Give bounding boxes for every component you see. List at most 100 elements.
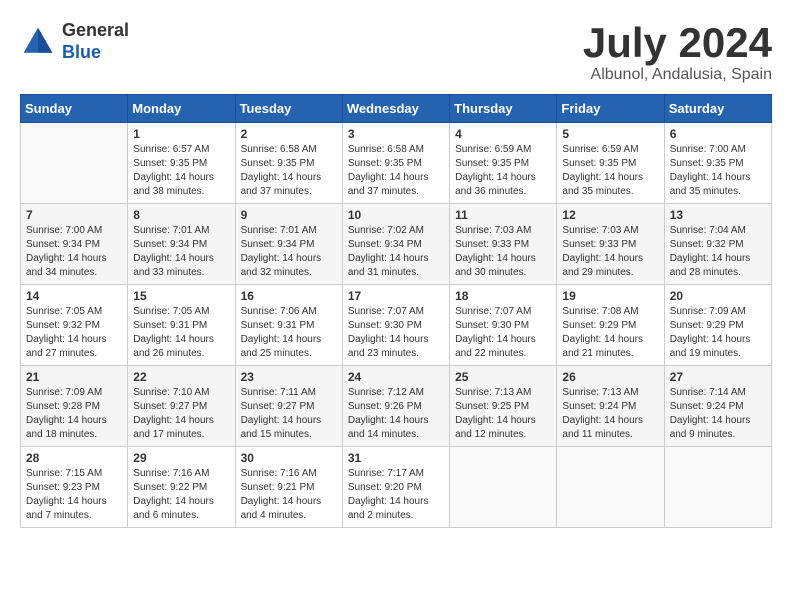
cell-info: Sunrise: 6:57 AMSunset: 9:35 PMDaylight:… bbox=[133, 143, 229, 199]
cell-info: Sunrise: 6:58 AMSunset: 9:35 PMDaylight:… bbox=[241, 143, 337, 199]
calendar-cell: 31 Sunrise: 7:17 AMSunset: 9:20 PMDayligh… bbox=[342, 447, 449, 528]
location-title: Albunol, Andalusia, Spain bbox=[583, 66, 772, 84]
day-number: 19 bbox=[562, 289, 658, 303]
calendar-week-row: 14 Sunrise: 7:05 AMSunset: 9:32 PMDayligh… bbox=[21, 285, 772, 366]
calendar-cell bbox=[557, 447, 664, 528]
cell-info: Sunrise: 7:01 AMSunset: 9:34 PMDaylight:… bbox=[241, 224, 337, 280]
cell-info: Sunrise: 7:06 AMSunset: 9:31 PMDaylight:… bbox=[241, 305, 337, 361]
cell-info: Sunrise: 6:58 AMSunset: 9:35 PMDaylight:… bbox=[348, 143, 444, 199]
cell-info: Sunrise: 7:09 AMSunset: 9:29 PMDaylight:… bbox=[670, 305, 766, 361]
day-number: 7 bbox=[26, 208, 122, 222]
cell-info: Sunrise: 7:16 AMSunset: 9:21 PMDaylight:… bbox=[241, 467, 337, 523]
cell-info: Sunrise: 7:15 AMSunset: 9:23 PMDaylight:… bbox=[26, 467, 122, 523]
weekday-header: Wednesday bbox=[342, 95, 449, 123]
cell-info: Sunrise: 7:07 AMSunset: 9:30 PMDaylight:… bbox=[348, 305, 444, 361]
cell-info: Sunrise: 7:17 AMSunset: 9:20 PMDaylight:… bbox=[348, 467, 444, 523]
cell-info: Sunrise: 7:02 AMSunset: 9:34 PMDaylight:… bbox=[348, 224, 444, 280]
calendar-cell: 20 Sunrise: 7:09 AMSunset: 9:29 PMDayligh… bbox=[664, 285, 771, 366]
weekday-header: Saturday bbox=[664, 95, 771, 123]
cell-info: Sunrise: 7:13 AMSunset: 9:24 PMDaylight:… bbox=[562, 386, 658, 442]
calendar-week-row: 21 Sunrise: 7:09 AMSunset: 9:28 PMDayligh… bbox=[21, 366, 772, 447]
day-number: 14 bbox=[26, 289, 122, 303]
cell-info: Sunrise: 7:10 AMSunset: 9:27 PMDaylight:… bbox=[133, 386, 229, 442]
day-number: 21 bbox=[26, 370, 122, 384]
calendar-cell: 2 Sunrise: 6:58 AMSunset: 9:35 PMDaylight… bbox=[235, 123, 342, 204]
calendar-cell: 7Sunrise: 7:00 AMSunset: 9:34 PMDaylight… bbox=[21, 204, 128, 285]
day-number: 10 bbox=[348, 208, 444, 222]
weekday-header: Monday bbox=[128, 95, 235, 123]
calendar-week-row: 1Sunrise: 6:57 AMSunset: 9:35 PMDaylight… bbox=[21, 123, 772, 204]
day-number: 13 bbox=[670, 208, 766, 222]
calendar-cell: 16 Sunrise: 7:06 AMSunset: 9:31 PMDayligh… bbox=[235, 285, 342, 366]
logo: General Blue bbox=[20, 20, 129, 63]
day-number: 30 bbox=[241, 451, 337, 465]
cell-info: Sunrise: 7:00 AMSunset: 9:35 PMDaylight:… bbox=[670, 143, 766, 199]
day-number: 9 bbox=[241, 208, 337, 222]
calendar-cell: 4 Sunrise: 6:59 AMSunset: 9:35 PMDaylight… bbox=[450, 123, 557, 204]
calendar-cell: 5 Sunrise: 6:59 AMSunset: 9:35 PMDaylight… bbox=[557, 123, 664, 204]
calendar-cell: 1Sunrise: 6:57 AMSunset: 9:35 PMDaylight… bbox=[128, 123, 235, 204]
calendar-cell: 18Sunrise: 7:07 AMSunset: 9:30 PMDayligh… bbox=[450, 285, 557, 366]
weekday-header: Sunday bbox=[21, 95, 128, 123]
calendar-cell: 25Sunrise: 7:13 AMSunset: 9:25 PMDayligh… bbox=[450, 366, 557, 447]
calendar-cell: 23Sunrise: 7:11 AMSunset: 9:27 PMDayligh… bbox=[235, 366, 342, 447]
cell-info: Sunrise: 7:11 AMSunset: 9:27 PMDaylight:… bbox=[241, 386, 337, 442]
cell-info: Sunrise: 7:05 AMSunset: 9:32 PMDaylight:… bbox=[26, 305, 122, 361]
calendar-cell bbox=[450, 447, 557, 528]
calendar-cell: 28 Sunrise: 7:15 AMSunset: 9:23 PMDayligh… bbox=[21, 447, 128, 528]
day-number: 22 bbox=[133, 370, 229, 384]
day-number: 4 bbox=[455, 127, 551, 141]
cell-info: Sunrise: 7:14 AMSunset: 9:24 PMDaylight:… bbox=[670, 386, 766, 442]
cell-info: Sunrise: 7:12 AMSunset: 9:26 PMDaylight:… bbox=[348, 386, 444, 442]
cell-info: Sunrise: 7:01 AMSunset: 9:34 PMDaylight:… bbox=[133, 224, 229, 280]
day-number: 28 bbox=[26, 451, 122, 465]
weekday-header: Friday bbox=[557, 95, 664, 123]
day-number: 31 bbox=[348, 451, 444, 465]
calendar-cell: 15Sunrise: 7:05 AMSunset: 9:31 PMDayligh… bbox=[128, 285, 235, 366]
day-number: 29 bbox=[133, 451, 229, 465]
cell-info: Sunrise: 7:05 AMSunset: 9:31 PMDaylight:… bbox=[133, 305, 229, 361]
calendar-cell: 27Sunrise: 7:14 AMSunset: 9:24 PMDayligh… bbox=[664, 366, 771, 447]
calendar-body: 1Sunrise: 6:57 AMSunset: 9:35 PMDaylight… bbox=[21, 123, 772, 528]
calendar-cell: 10 Sunrise: 7:02 AMSunset: 9:34 PMDayligh… bbox=[342, 204, 449, 285]
cell-info: Sunrise: 7:04 AMSunset: 9:32 PMDaylight:… bbox=[670, 224, 766, 280]
day-number: 26 bbox=[562, 370, 658, 384]
calendar-cell: 17 Sunrise: 7:07 AMSunset: 9:30 PMDayligh… bbox=[342, 285, 449, 366]
cell-info: Sunrise: 6:59 AMSunset: 9:35 PMDaylight:… bbox=[562, 143, 658, 199]
cell-info: Sunrise: 7:13 AMSunset: 9:25 PMDaylight:… bbox=[455, 386, 551, 442]
calendar-cell bbox=[664, 447, 771, 528]
day-number: 18 bbox=[455, 289, 551, 303]
day-number: 8 bbox=[133, 208, 229, 222]
calendar-cell: 13 Sunrise: 7:04 AMSunset: 9:32 PMDayligh… bbox=[664, 204, 771, 285]
day-number: 17 bbox=[348, 289, 444, 303]
day-number: 11 bbox=[455, 208, 551, 222]
calendar-cell: 30 Sunrise: 7:16 AMSunset: 9:21 PMDayligh… bbox=[235, 447, 342, 528]
calendar-cell: 6 Sunrise: 7:00 AMSunset: 9:35 PMDaylight… bbox=[664, 123, 771, 204]
calendar-cell: 26 Sunrise: 7:13 AMSunset: 9:24 PMDayligh… bbox=[557, 366, 664, 447]
title-block: July 2024 Albunol, Andalusia, Spain bbox=[583, 20, 772, 84]
day-number: 6 bbox=[670, 127, 766, 141]
day-number: 2 bbox=[241, 127, 337, 141]
day-number: 16 bbox=[241, 289, 337, 303]
day-number: 20 bbox=[670, 289, 766, 303]
calendar-cell: 29Sunrise: 7:16 AMSunset: 9:22 PMDayligh… bbox=[128, 447, 235, 528]
logo-text: General Blue bbox=[62, 20, 129, 63]
weekday-header: Thursday bbox=[450, 95, 557, 123]
logo-blue: Blue bbox=[62, 42, 101, 62]
day-number: 5 bbox=[562, 127, 658, 141]
cell-info: Sunrise: 7:03 AMSunset: 9:33 PMDaylight:… bbox=[562, 224, 658, 280]
calendar-header: SundayMondayTuesdayWednesdayThursdayFrid… bbox=[21, 95, 772, 123]
calendar-cell: 19Sunrise: 7:08 AMSunset: 9:29 PMDayligh… bbox=[557, 285, 664, 366]
calendar-cell bbox=[21, 123, 128, 204]
calendar-table: SundayMondayTuesdayWednesdayThursdayFrid… bbox=[20, 94, 772, 528]
calendar-cell: 24Sunrise: 7:12 AMSunset: 9:26 PMDayligh… bbox=[342, 366, 449, 447]
day-number: 3 bbox=[348, 127, 444, 141]
logo-general: General bbox=[62, 20, 129, 40]
calendar-cell: 21 Sunrise: 7:09 AMSunset: 9:28 PMDayligh… bbox=[21, 366, 128, 447]
cell-info: Sunrise: 7:09 AMSunset: 9:28 PMDaylight:… bbox=[26, 386, 122, 442]
weekday-row: SundayMondayTuesdayWednesdayThursdayFrid… bbox=[21, 95, 772, 123]
cell-info: Sunrise: 6:59 AMSunset: 9:35 PMDaylight:… bbox=[455, 143, 551, 199]
day-number: 12 bbox=[562, 208, 658, 222]
calendar-cell: 11Sunrise: 7:03 AMSunset: 9:33 PMDayligh… bbox=[450, 204, 557, 285]
logo-icon bbox=[20, 24, 56, 60]
